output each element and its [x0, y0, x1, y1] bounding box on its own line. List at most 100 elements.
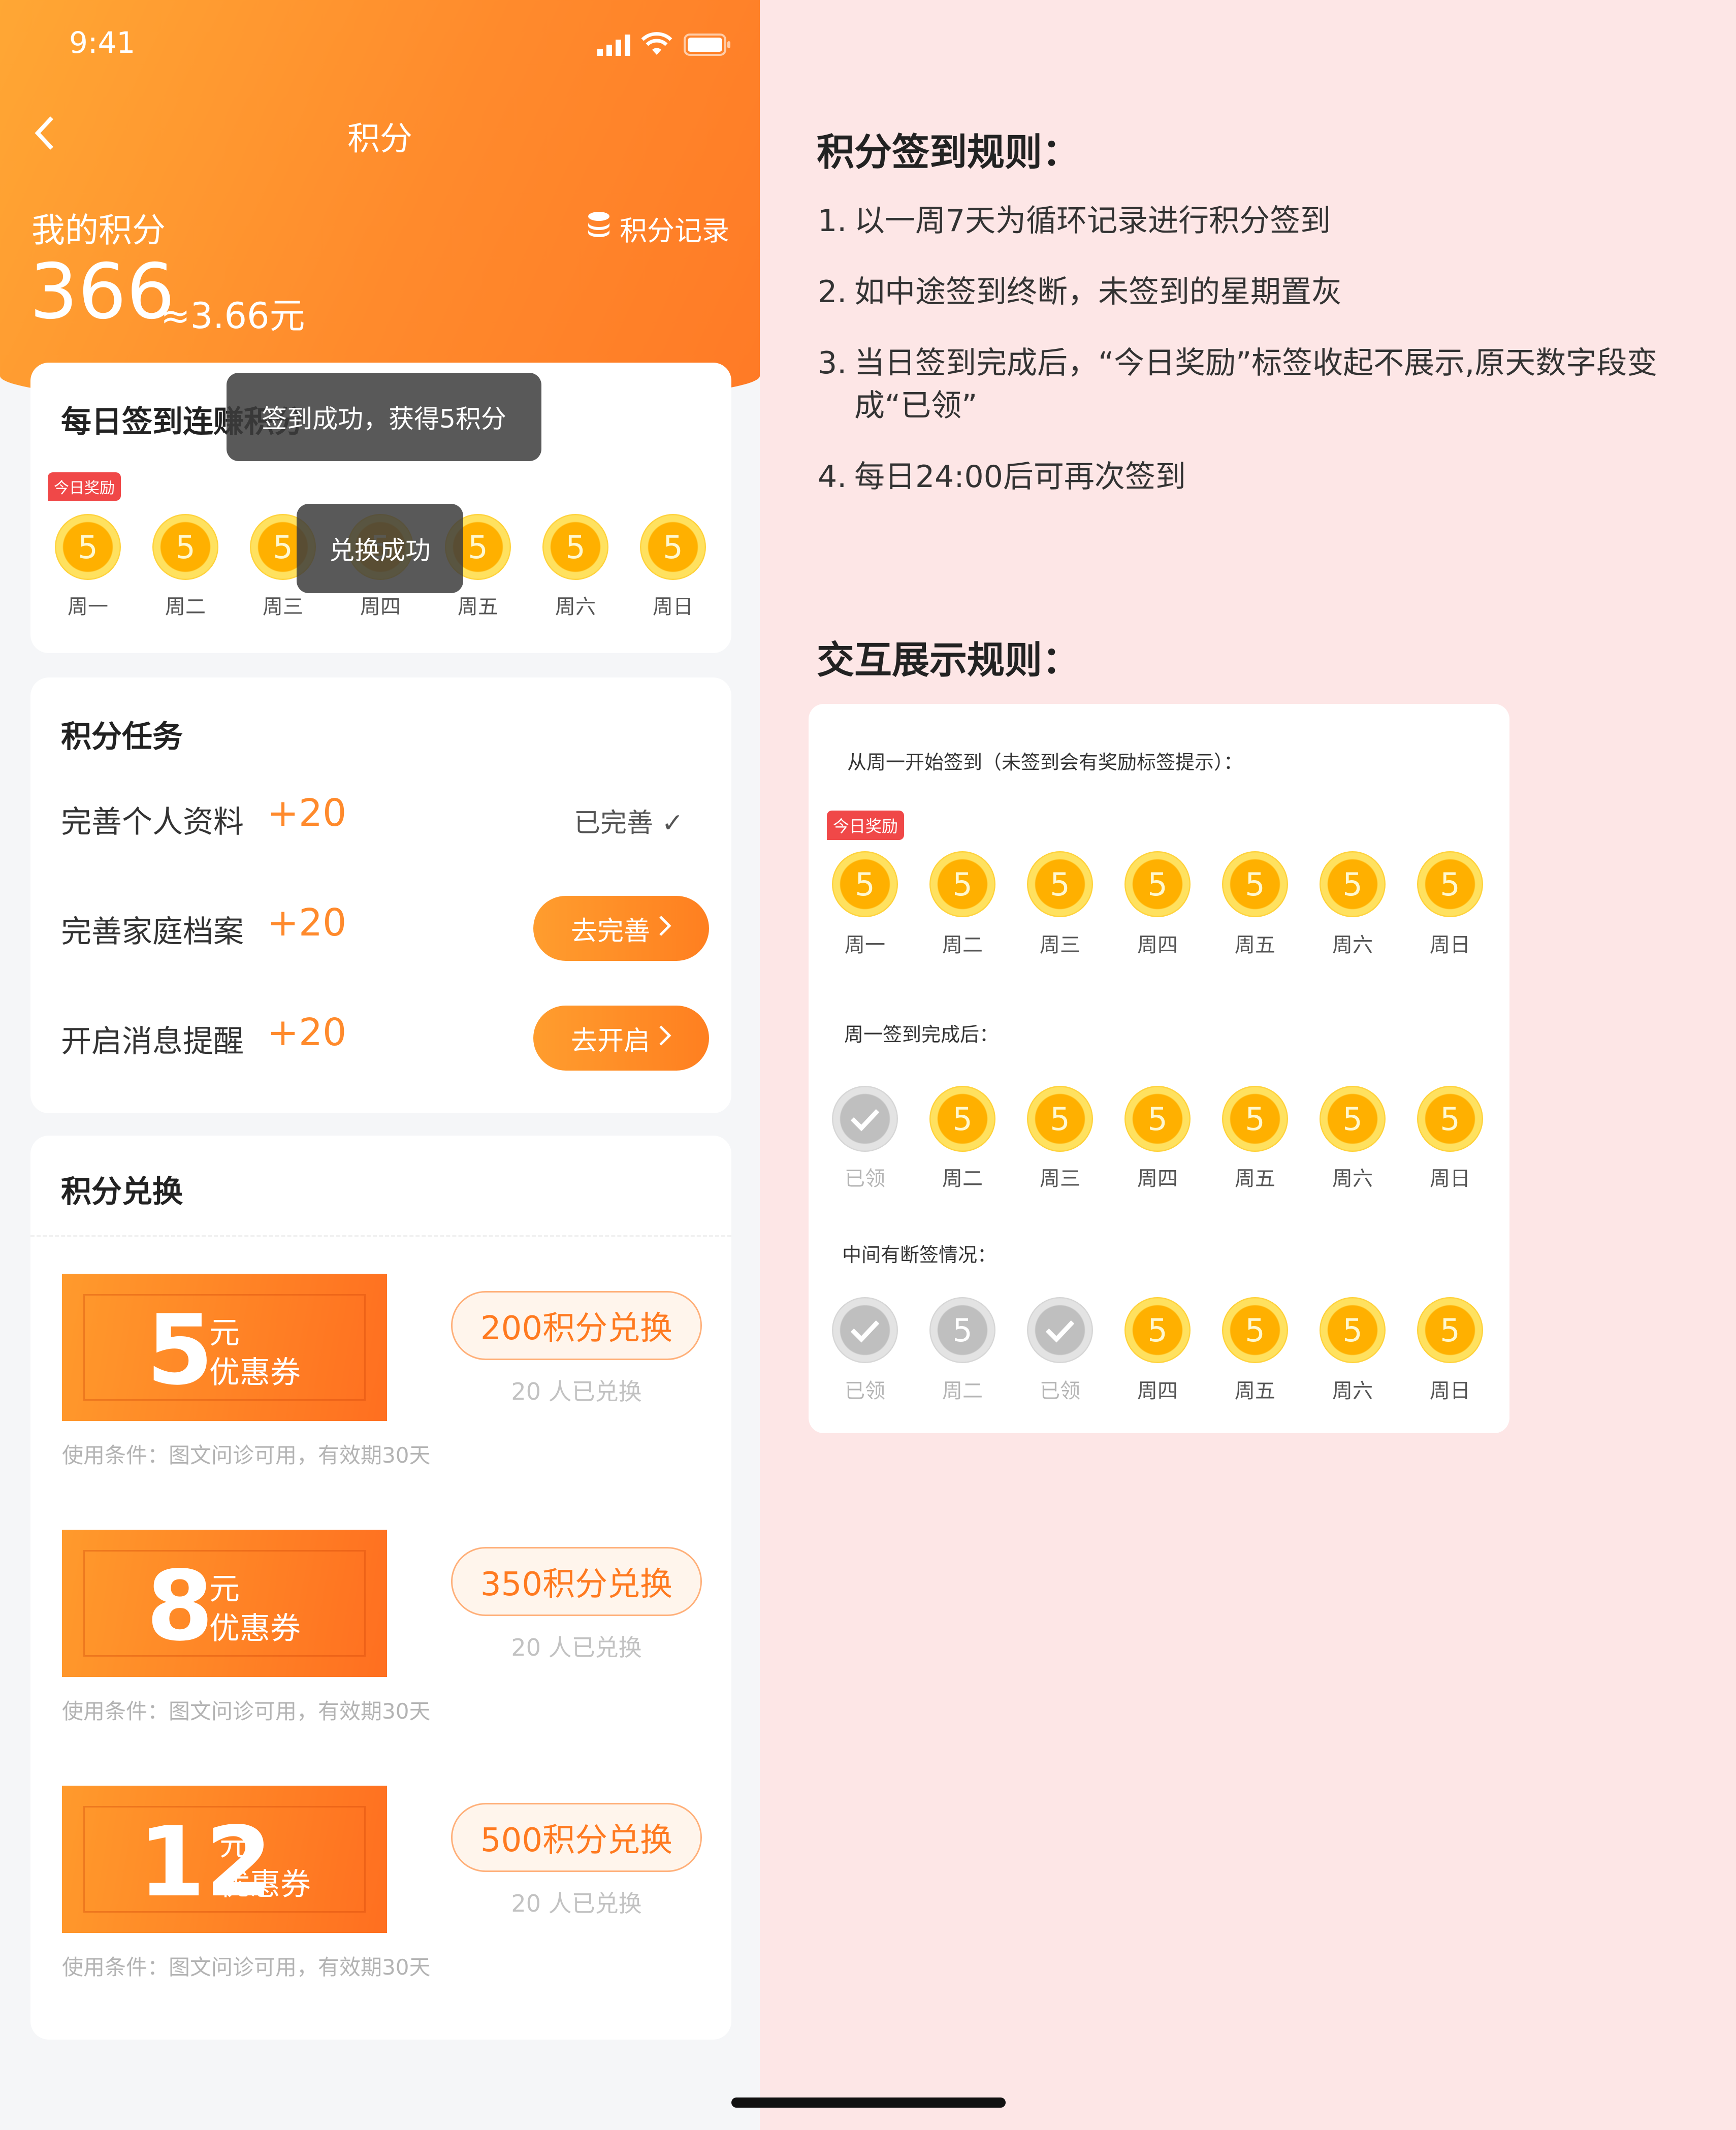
exchange-500-button[interactable]: 500积分兑换: [451, 1803, 702, 1872]
coupon-5: 5 元 优惠券: [62, 1274, 387, 1421]
coin[interactable]: 5: [929, 1297, 995, 1363]
points-record-link[interactable]: 积分记录: [587, 208, 729, 248]
coin[interactable]: 5: [929, 1086, 995, 1152]
coupon-amount: 8: [146, 1550, 214, 1662]
coin[interactable]: 5: [1222, 1297, 1288, 1363]
coupon-8: 8 元 优惠券: [62, 1530, 387, 1677]
task-points: +20: [267, 901, 347, 945]
coin[interactable]: 5: [1027, 1086, 1093, 1152]
coin[interactable]: 5: [1320, 1297, 1386, 1363]
points-record-label: 积分记录: [620, 215, 729, 247]
coupon-condition: 使用条件：图文问诊可用，有效期30天: [62, 1955, 431, 1980]
day-label: 周二: [942, 1379, 983, 1403]
day-label: 周五: [458, 595, 498, 619]
coin[interactable]: 5: [1320, 1086, 1386, 1152]
day-label: 周六: [1332, 1379, 1373, 1403]
coin[interactable]: 5: [832, 851, 898, 917]
coin[interactable]: 5: [1124, 1086, 1191, 1152]
chevron-right-icon: [658, 1023, 671, 1053]
day-label: 周二: [942, 933, 983, 957]
claimed-coin[interactable]: [832, 1297, 898, 1363]
coupon-amount: 5: [146, 1294, 214, 1406]
rule-item: 2. 如中途签到终断，未签到的星期置灰: [818, 267, 1342, 311]
task-name: 开启消息提醒: [61, 1024, 244, 1059]
coupon-condition: 使用条件：图文问诊可用，有效期30天: [62, 1443, 431, 1468]
day-label: 周一: [68, 595, 108, 619]
day-label: 周四: [360, 595, 401, 619]
coin[interactable]: 5: [152, 514, 218, 580]
claimed-coin[interactable]: [1027, 1297, 1093, 1363]
coupon-12: 12 元 优惠券: [62, 1786, 387, 1933]
interaction-card: 从周一开始签到（未签到会有奖励标签提示）： 今日奖励 5 周一 5 周二 5 周三 5 周四 5…: [809, 704, 1509, 1433]
coin[interactable]: 5: [55, 514, 121, 580]
day-label: 已领: [845, 1379, 885, 1403]
coin[interactable]: 5: [542, 514, 608, 580]
day-label: 已领: [1040, 1379, 1080, 1403]
day-label: 周三: [1040, 933, 1080, 957]
coin[interactable]: 5: [929, 851, 995, 917]
day-label: 周四: [1137, 1167, 1178, 1190]
rule-text: 如中途签到终断，未签到的星期置灰: [854, 274, 1342, 310]
coin[interactable]: 5: [1222, 1086, 1288, 1152]
chevron-right-icon: [658, 913, 671, 944]
today-reward-tag: 今日奖励: [48, 472, 121, 501]
points-value: 366: [29, 248, 175, 336]
coupon-condition: 使用条件：图文问诊可用，有效期30天: [62, 1699, 431, 1724]
exchange-200-button[interactable]: 200积分兑换: [451, 1291, 702, 1360]
points-equivalent: ≈3.66元: [160, 295, 305, 337]
day-label: 周四: [1137, 933, 1178, 957]
database-icon: [587, 211, 610, 245]
coin[interactable]: 5: [640, 514, 706, 580]
day-label: 周五: [1235, 933, 1275, 957]
section-caption: 中间有断签情况：: [842, 1244, 997, 1266]
day-label: 周三: [1040, 1167, 1080, 1190]
coin[interactable]: 5: [1124, 1297, 1191, 1363]
rule-item: 4. 每日24:00后可再次签到: [818, 452, 1186, 496]
task-name: 完善个人资料: [61, 804, 244, 840]
day-label: 周六: [1332, 933, 1373, 957]
rule-num: 4.: [818, 459, 847, 495]
battery-icon: [684, 34, 731, 56]
divider: [30, 1235, 731, 1237]
exchange-350-button[interactable]: 350积分兑换: [451, 1547, 702, 1616]
rule-text: 以一周7天为循环记录进行积分签到: [854, 203, 1331, 239]
wifi-icon: [641, 30, 672, 56]
task-points: +20: [267, 791, 347, 835]
coin[interactable]: 5: [1027, 851, 1093, 917]
rule-item: 3. 当日签到完成后，“今日奖励”标签收起不展示,原天数字段变: [818, 338, 1657, 382]
day-label: 周二: [165, 595, 206, 619]
page-title: 积分: [347, 120, 412, 158]
task-name: 完善家庭档案: [61, 914, 244, 950]
coin[interactable]: 5: [1124, 851, 1191, 917]
interaction-title: 交互展示规则：: [817, 638, 1080, 682]
day-label: 周六: [555, 595, 596, 619]
points-label: 我的积分: [31, 211, 166, 250]
rule-num: 3.: [818, 345, 847, 381]
enable-notifications-button[interactable]: 去开启: [533, 1006, 709, 1071]
exchange-count: 20 人已兑换: [511, 1890, 642, 1917]
coupon-kind: 优惠券: [219, 1867, 311, 1902]
day-label: 周五: [1235, 1379, 1275, 1403]
rules-title: 积分签到规则：: [817, 131, 1080, 174]
section-caption: 从周一开始签到（未签到会有奖励标签提示）：: [847, 751, 1243, 773]
day-label: 周六: [1332, 1167, 1373, 1190]
button-label: 去开启: [570, 1025, 650, 1056]
section-caption: 周一签到完成后：: [844, 1023, 999, 1046]
coin[interactable]: 5: [1417, 1297, 1483, 1363]
claimed-coin[interactable]: [832, 1086, 898, 1152]
complete-family-profile-button[interactable]: 去完善: [533, 896, 709, 961]
coin[interactable]: 5: [1417, 851, 1483, 917]
phone-screen: 9:41 积分 我的积分 366 ≈3.66元 积分记录 每日签到连赚积分 今日…: [0, 0, 760, 2130]
day-label: 周一: [845, 933, 885, 957]
coin[interactable]: 5: [1417, 1086, 1483, 1152]
tasks-card: 积分任务 完善个人资料 +20 已完善 ✓ 完善家庭档案 +20 去完善 开启消…: [30, 677, 731, 1113]
today-reward-tag: 今日奖励: [827, 811, 905, 840]
button-label: 去完善: [570, 916, 650, 947]
signal-icon: [597, 35, 633, 56]
task-status-completed: 已完善 ✓: [574, 808, 684, 838]
day-label: 周二: [942, 1167, 983, 1190]
coin[interactable]: 5: [1320, 851, 1386, 917]
rule-text: 每日24:00后可再次签到: [854, 459, 1186, 495]
coin[interactable]: 5: [1222, 851, 1288, 917]
task-points: +20: [267, 1011, 347, 1054]
